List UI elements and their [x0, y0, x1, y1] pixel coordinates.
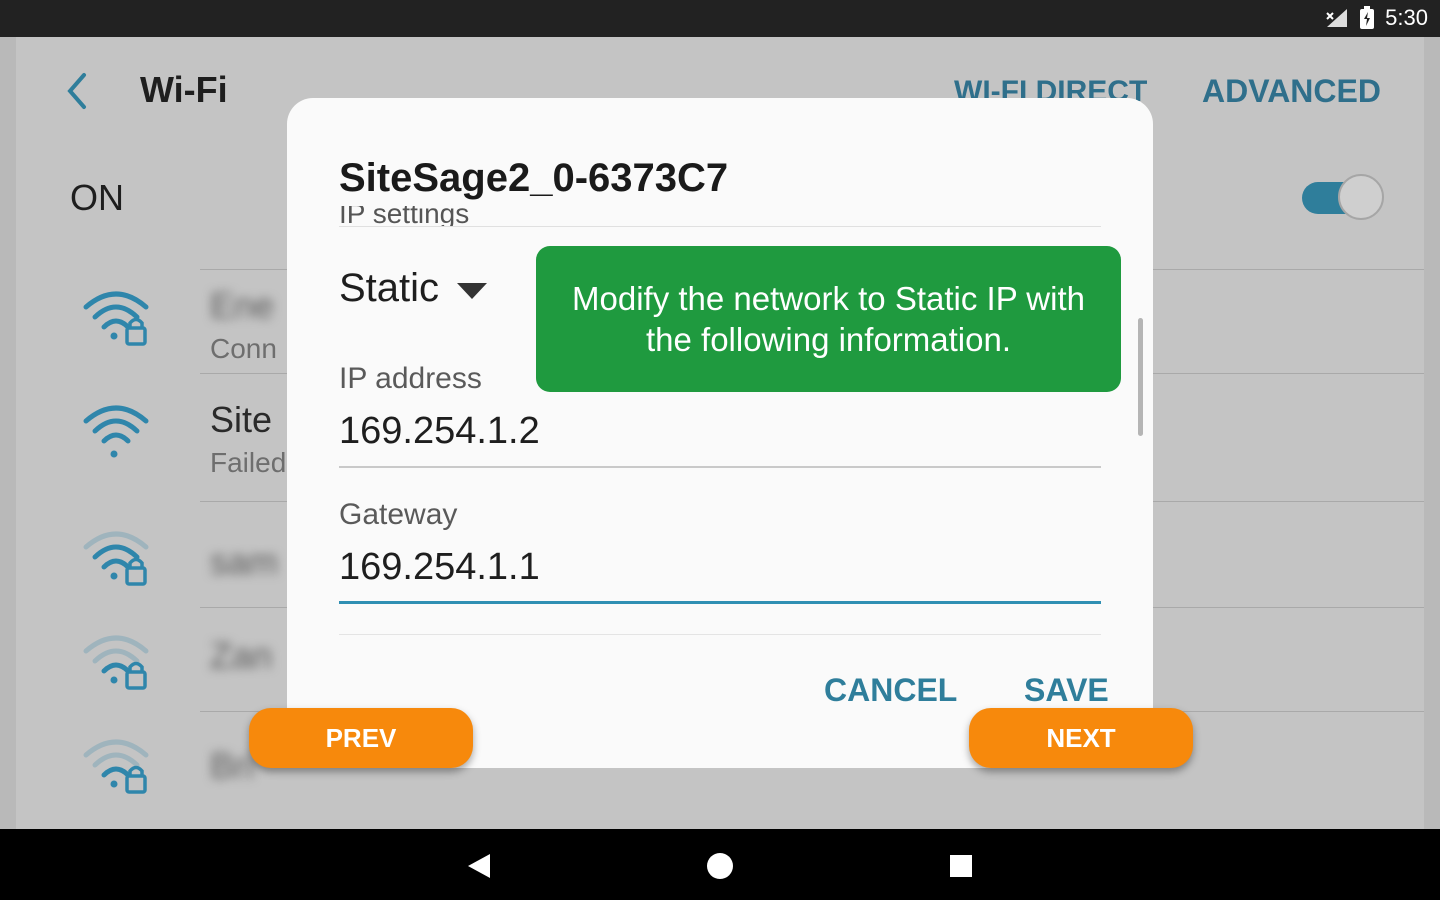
prev-button[interactable]: PREV: [249, 708, 473, 768]
network-item[interactable]: Site Failed: [80, 399, 320, 499]
home-circle-icon[interactable]: [703, 849, 737, 883]
wifi-icon: [83, 405, 149, 458]
tutorial-hint: Modify the network to Static IP with the…: [536, 246, 1121, 392]
clock: 5:30: [1385, 5, 1428, 30]
back-arrow-icon[interactable]: [62, 71, 92, 111]
ip-address-label: IP address: [339, 362, 482, 395]
dialog-scrollbar[interactable]: [1138, 318, 1143, 436]
recents-square-icon[interactable]: [944, 849, 978, 883]
page-title: Wi-Fi: [140, 69, 228, 110]
wifi-state-label: ON: [70, 177, 124, 218]
divider: [339, 226, 1101, 227]
gateway-field[interactable]: 169.254.1.1: [339, 546, 540, 589]
ip-settings-value: Static: [339, 266, 440, 310]
wifi-lock-icon: [83, 739, 149, 794]
navigation-bar: [0, 829, 1440, 900]
next-button[interactable]: NEXT: [969, 708, 1193, 768]
ip-settings-select[interactable]: Static: [339, 266, 488, 311]
ip-address-field[interactable]: 169.254.1.2: [339, 410, 540, 453]
network-ssid: Zan: [210, 635, 273, 676]
network-ssid: Site: [210, 399, 273, 440]
advanced-button[interactable]: ADVANCED: [1202, 73, 1381, 110]
network-ssid: Ene: [210, 285, 275, 326]
network-status: Failed: [210, 447, 287, 478]
network-ssid: Bri: [210, 745, 254, 786]
wifi-toggle[interactable]: [1300, 174, 1384, 220]
ip-settings-label: IP settings: [339, 206, 470, 226]
gateway-underline: [339, 601, 1101, 604]
network-item[interactable]: Ene Conn: [80, 285, 320, 385]
divider: [339, 634, 1101, 635]
ip-address-underline: [339, 466, 1101, 468]
wifi-lock-icon: [83, 531, 149, 586]
battery-icon: [1360, 6, 1375, 29]
wifi-lock-icon: [83, 635, 149, 690]
network-item[interactable]: sam: [80, 525, 320, 625]
gateway-label: Gateway: [339, 498, 458, 531]
save-button[interactable]: SAVE: [1024, 672, 1109, 709]
back-triangle-icon[interactable]: [462, 849, 496, 883]
signal-icon: [1326, 9, 1348, 27]
dialog-title: SiteSage2_0-6373C7: [339, 156, 729, 200]
network-status: Conn: [210, 333, 277, 364]
status-bar: 5:30: [0, 0, 1440, 37]
wifi-lock-icon: [83, 291, 149, 346]
cancel-button[interactable]: CANCEL: [824, 672, 957, 709]
network-ssid: sam: [210, 541, 279, 582]
network-dialog: SiteSage2_0-6373C7 IP settings Static IP…: [287, 98, 1153, 768]
toggle-knob: [1338, 174, 1384, 220]
dropdown-caret-icon: [457, 282, 488, 299]
